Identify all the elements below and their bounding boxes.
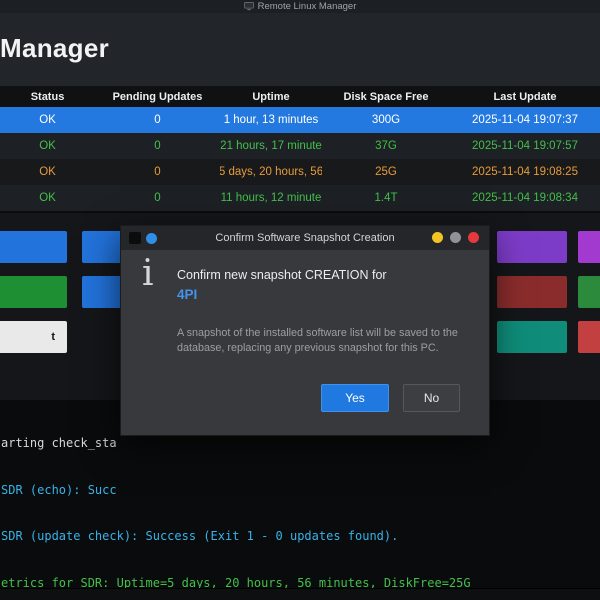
confirm-snapshot-dialog: Confirm Software Snapshot Creation i Con…: [120, 225, 490, 436]
cell-pending-updates: 0: [154, 114, 161, 126]
cell-uptime: 5 days, 20 hours, 56: [220, 166, 322, 178]
dialog-titlebar[interactable]: Confirm Software Snapshot Creation: [121, 226, 489, 250]
cell-status: OK: [39, 114, 56, 126]
dialog-message: Confirm new snapshot CREATION for: [177, 268, 387, 282]
cell-status: OK: [39, 166, 56, 178]
cell-uptime: 11 hours, 12 minute: [220, 192, 322, 204]
cell-disk-free: 1.4T: [374, 192, 398, 204]
toolbar-button-white[interactable]: t: [0, 321, 67, 353]
info-icon: i: [142, 253, 154, 294]
table-row[interactable]: OK 0 21 hours, 17 minute 37G 2025-11-04 …: [0, 133, 600, 159]
window-title: Remote Linux Manager: [257, 1, 357, 12]
minimize-button[interactable]: [432, 232, 443, 243]
maximize-button[interactable]: [450, 232, 461, 243]
pc-status-table: Status Pending Updates Uptime Disk Space…: [0, 86, 600, 211]
table-row[interactable]: OK 0 11 hours, 12 minute 1.4T 2025-11-04…: [0, 185, 600, 211]
toolbar-button-magenta-partial[interactable]: [578, 231, 600, 263]
column-header-uptime[interactable]: Uptime: [220, 86, 322, 107]
column-header-disk-space-free[interactable]: Disk Space Free: [322, 86, 450, 107]
toolbar-button-maroon[interactable]: [497, 276, 567, 308]
close-button[interactable]: [468, 232, 479, 243]
cell-pending-updates: 0: [154, 192, 161, 204]
window-titlebar[interactable]: Remote Linux Manager: [0, 0, 600, 13]
cell-disk-free: 37G: [375, 140, 397, 152]
toolbar-button-teal[interactable]: [497, 321, 567, 353]
monitor-icon: [243, 2, 254, 11]
no-button[interactable]: No: [403, 384, 460, 412]
bottom-status-strip: [0, 588, 600, 600]
app-window: Remote Linux Manager Manager Status Pend…: [0, 0, 600, 600]
toolbar-button-red-partial[interactable]: [578, 321, 600, 353]
column-header-pending-updates[interactable]: Pending Updates: [95, 86, 220, 107]
cell-status: OK: [39, 140, 56, 152]
cell-last-update: 2025-11-04 19:08:34: [472, 192, 578, 204]
toolbar-button-green-partial[interactable]: [578, 276, 600, 308]
app-header: Manager: [0, 13, 600, 86]
cell-status: OK: [39, 192, 56, 204]
log-line: SDR (echo): Succ: [1, 482, 117, 497]
toolbar-button-white-label: t: [51, 331, 55, 343]
cell-uptime: 1 hour, 13 minutes: [223, 114, 319, 126]
cell-last-update: 2025-11-04 19:08:25: [472, 166, 578, 178]
yes-button[interactable]: Yes: [321, 384, 389, 412]
column-header-status[interactable]: Status: [0, 86, 95, 107]
cell-uptime: 21 hours, 17 minute: [220, 140, 322, 152]
dialog-detail-text: A snapshot of the installed software lis…: [177, 327, 458, 354]
toolbar-button-blue-1[interactable]: [0, 231, 67, 263]
cell-disk-free: 300G: [371, 114, 401, 126]
toolbar-button-green[interactable]: [0, 276, 67, 308]
table-row[interactable]: OK 0 5 days, 20 hours, 56 25G 2025-11-04…: [0, 159, 600, 185]
terminal-icon: [129, 232, 141, 244]
table-row[interactable]: OK 0 1 hour, 13 minutes 300G 2025-11-04 …: [0, 107, 600, 133]
column-header-last-update[interactable]: Last Update: [450, 86, 600, 107]
table-header-row: Status Pending Updates Uptime Disk Space…: [0, 86, 600, 107]
dialog-target-pc: 4PI: [177, 287, 198, 302]
cell-pending-updates: 0: [154, 140, 161, 152]
log-line: arting check_sta: [1, 436, 117, 450]
cell-last-update: 2025-11-04 19:07:37: [472, 114, 578, 126]
cell-disk-free: 25G: [375, 166, 397, 178]
log-line: SDR (update check): Success (Exit 1 - 0 …: [1, 529, 399, 543]
app-dot-icon: [146, 232, 157, 244]
page-title: Manager: [0, 33, 110, 63]
toolbar-button-purple[interactable]: [497, 231, 567, 263]
cell-last-update: 2025-11-04 19:07:57: [472, 140, 578, 152]
cell-pending-updates: 0: [154, 166, 161, 178]
